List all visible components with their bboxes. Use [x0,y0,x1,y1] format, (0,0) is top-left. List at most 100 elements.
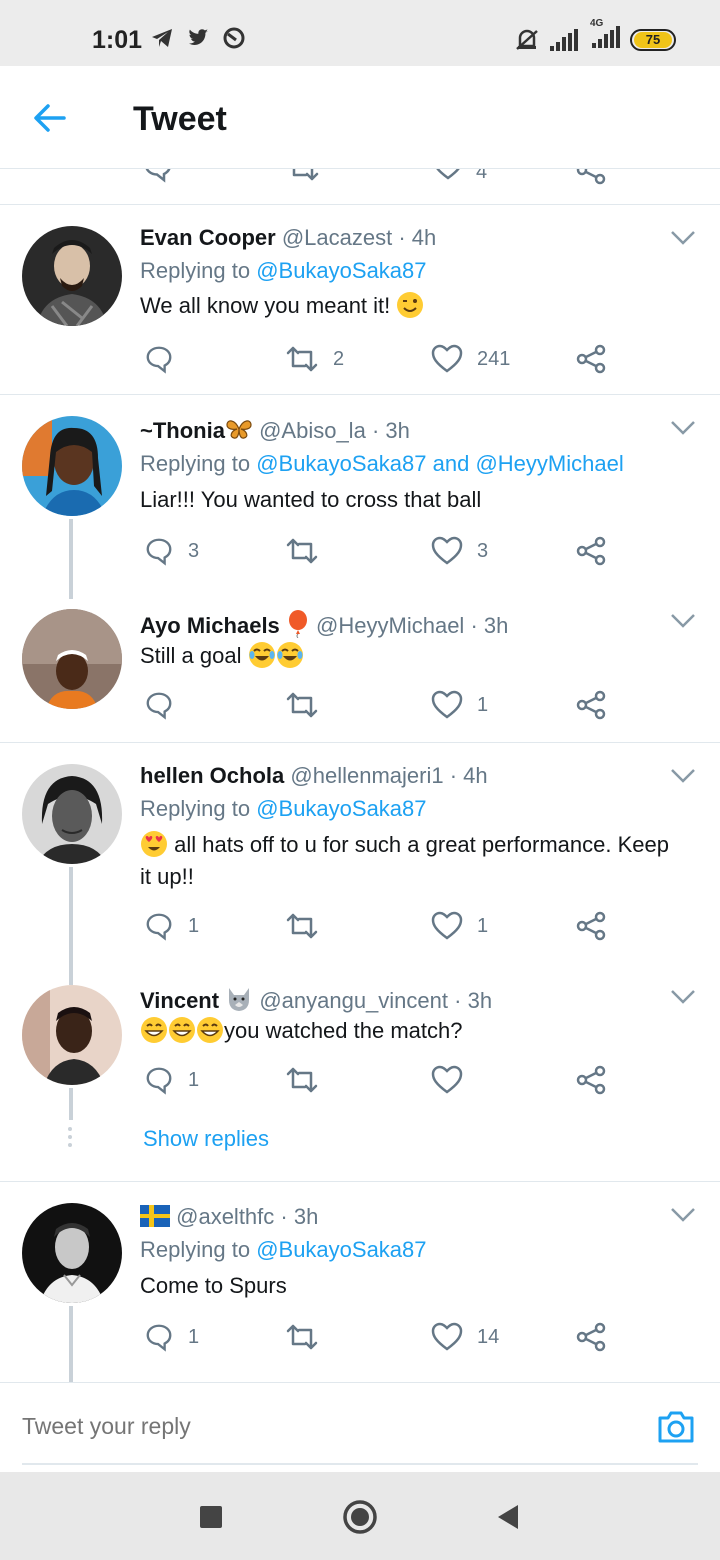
like-button[interactable]: 14 [431,1322,499,1352]
share-button[interactable] [576,344,606,374]
reply-button[interactable]: 3 [144,536,199,566]
reply-count: 1 [188,1068,200,1091]
tweet-author-handle[interactable]: @hellenmajeri1 [290,763,443,788]
camera-icon[interactable] [656,1409,696,1445]
retweet-button[interactable] [285,536,333,566]
tweet-author-handle[interactable]: @Abiso_la [259,418,366,443]
share-button[interactable] [576,1322,606,1352]
tweet-evan-cooper[interactable]: Evan Cooper @Lacazest · 4h Replying to @… [0,205,720,395]
tweet-author-handle[interactable]: @Lacazest [282,225,392,250]
tweet-text: Liar!!! You wanted to cross that ball [140,487,482,512]
reply-button[interactable]: 1 [144,1065,199,1095]
avatar[interactable] [22,226,122,326]
retweet-button[interactable] [285,690,333,720]
like-button[interactable]: 3 [431,536,488,566]
home-icon[interactable] [342,1499,378,1535]
share-icon[interactable] [576,169,606,185]
reply-button[interactable] [144,344,188,374]
retweet-button[interactable] [285,1322,333,1352]
share-button[interactable] [576,690,606,720]
tweet-author-handle[interactable]: @axelthfc [176,1204,274,1229]
retweet-icon [286,1324,318,1350]
tears-of-joy-emoji-icon [248,642,275,668]
like-icon [431,911,463,940]
share-button[interactable] [576,536,606,566]
back-icon[interactable] [496,1503,520,1531]
chevron-down-icon[interactable] [670,613,696,629]
mention-link[interactable]: @BukayoSaka87 [256,258,426,283]
twitter-icon [189,29,208,46]
retweet-button[interactable] [285,1065,333,1095]
tweet-hellen-ochola[interactable]: hellen Ochola @hellenmajeri1 · 4h Replyi… [0,743,720,985]
grinning-emoji-icon [197,1017,223,1043]
telegram-icon [152,29,172,47]
tweet-author-name[interactable]: Ayo Michaels [140,613,280,638]
share-button[interactable] [576,1065,606,1095]
avatar[interactable] [22,985,122,1085]
tweet-author-name[interactable]: ~Thonia [140,418,225,443]
tweet-ayo-michaels[interactable]: Ayo Michaels @HeyyMichael · 3h Still a g… [0,588,720,742]
tweet-time: 3h [293,1204,319,1229]
tweet-author-name[interactable]: hellen Ochola [140,763,284,788]
butterfly-emoji-icon [226,420,252,439]
reply-input[interactable] [22,1413,622,1440]
avatar[interactable] [22,1203,122,1303]
share-icon [576,690,606,720]
reply-icon [146,538,172,566]
mute-icon [516,29,538,50]
chevron-down-icon[interactable] [670,989,696,1005]
tweet-time: 4h [463,763,488,788]
reply-count: 1 [188,914,200,937]
like-button[interactable]: 241 [431,344,510,374]
avatar[interactable] [22,416,122,516]
reply-button[interactable] [144,690,188,720]
back-arrow-icon[interactable] [26,96,76,140]
signal-icon [550,28,578,51]
tears-of-joy-emoji-icon [276,642,303,668]
chevron-down-icon[interactable] [670,420,696,436]
like-button[interactable] [431,1065,477,1095]
replying-to: Replying to @BukayoSaka87 [140,796,427,821]
tweet-author-handle[interactable]: @HeyyMichael [316,613,464,638]
show-replies-link[interactable]: Show replies [143,1126,269,1152]
reply-bar [0,1382,720,1472]
retweet-button[interactable]: 2 [285,344,344,374]
tweet-text: We all know you meant it! [140,290,680,322]
mention-link[interactable]: @BukayoSaka87 [256,451,426,476]
tweet-author-name[interactable]: Vincent [140,988,219,1013]
like-icon [431,690,463,719]
recents-icon[interactable] [199,1505,223,1529]
like-button[interactable]: 1 [431,690,488,720]
retweet-icon[interactable] [286,169,320,183]
tweet-axelthfc[interactable]: @axelthfc · 3h Replying to @BukayoSaka87… [0,1182,720,1382]
tweet-author-handle[interactable]: @anyangu_vincent [259,988,448,1013]
tweet-time: 3h [385,418,410,443]
avatar[interactable] [22,609,122,709]
reply-icon [146,1324,172,1352]
tweet-vincent[interactable]: Vincent @anyangu_vincent · 3h you watche… [0,964,720,1182]
thread-line [69,519,73,599]
tweet-author-name[interactable]: Evan Cooper [140,225,276,250]
mention-link[interactable]: @HeyyMichael [475,451,623,476]
like-button[interactable]: 1 [431,911,488,941]
replying-to: Replying to @BukayoSaka87 and @HeyyMicha… [140,451,624,476]
tweet-thonia[interactable]: ~Thonia @Abiso_la · 3h Replying to @Buka… [0,395,720,599]
chevron-down-icon[interactable] [670,230,696,246]
like-count: 1 [477,693,489,716]
like-icon[interactable] [432,169,464,181]
reply-button[interactable]: 1 [144,1322,199,1352]
prev-like-count: 4 [476,169,488,183]
reply-underline [22,1463,698,1465]
reply-button[interactable]: 1 [144,911,199,941]
share-button[interactable] [576,911,606,941]
tweet-time: 3h [483,613,509,638]
wolf-emoji-icon [229,988,250,1011]
avatar[interactable] [22,764,122,864]
mention-link[interactable]: @BukayoSaka87 [256,796,426,821]
retweet-button[interactable] [285,911,333,941]
chevron-down-icon[interactable] [670,1207,696,1223]
reply-icon[interactable] [142,169,174,183]
chevron-down-icon[interactable] [670,768,696,784]
mention-link[interactable]: @BukayoSaka87 [256,1237,426,1262]
thread-dots [68,1127,74,1151]
